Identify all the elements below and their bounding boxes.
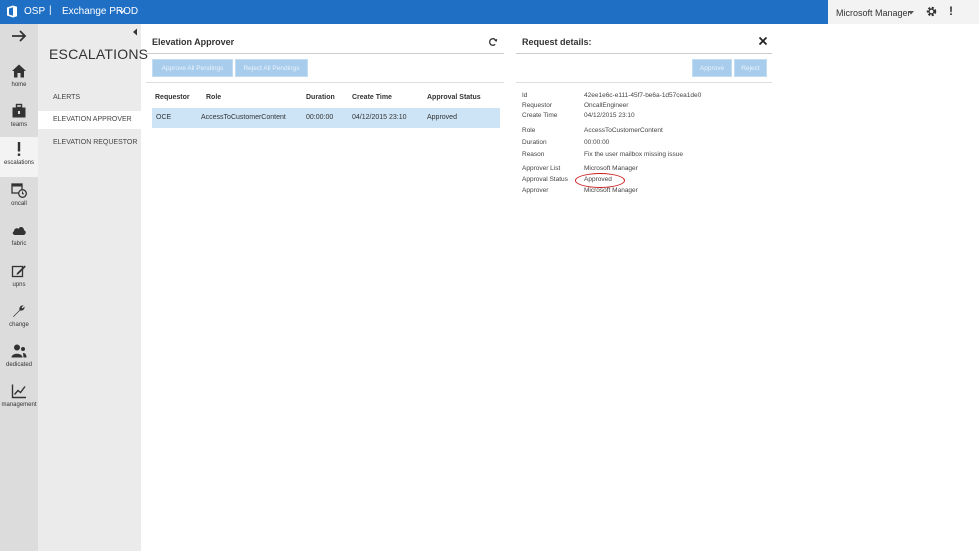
rail-label: fabric: [11, 241, 27, 247]
approve-button[interactable]: Approve: [692, 59, 732, 77]
brand-name[interactable]: OSP: [24, 6, 45, 17]
field-label-id: Id: [522, 92, 528, 99]
field-value-create-time: 04/12/2015 23:10: [584, 112, 635, 119]
field-label-reason: Reason: [522, 151, 545, 158]
caret-down-icon[interactable]: [907, 10, 915, 16]
field-label-approver-list: Approver List: [522, 165, 561, 172]
left-icon-rail: home teams escalations oncall fabric upn…: [0, 24, 38, 551]
chevron-left-icon[interactable]: [132, 28, 138, 36]
exclamation-icon: [17, 142, 21, 156]
rail-item-change[interactable]: change: [0, 299, 38, 339]
field-label-role: Role: [522, 127, 536, 134]
details-toolbar-divider: [516, 82, 772, 83]
reject-button[interactable]: Reject: [734, 59, 767, 77]
rail-label: management: [1, 402, 37, 408]
calendar-clock-icon: [11, 183, 27, 198]
elevation-approver-panel: Elevation Approver Approve All Pendings …: [146, 24, 504, 551]
nav-item-alerts[interactable]: ALERTS: [38, 89, 141, 107]
rail-label: oncall: [11, 201, 27, 207]
field-value-duration: 00:00:00: [584, 139, 610, 146]
nav-item-elevation-approver[interactable]: ELEVATION APPROVER: [38, 111, 141, 129]
chevron-down-icon[interactable]: [117, 6, 127, 16]
cell-role: AccessToCustomerContent: [201, 114, 286, 121]
rail-item-dedicated[interactable]: dedicated: [0, 339, 38, 379]
panel-divider: [146, 53, 504, 54]
field-label-requestor: Requestor: [522, 102, 552, 109]
panel-title: Elevation Approver: [152, 37, 235, 47]
rail-item-fabric[interactable]: fabric: [0, 218, 38, 258]
rail-item-escalations[interactable]: escalations: [0, 137, 38, 177]
people-icon: [11, 344, 27, 358]
brand-separator: |: [49, 5, 52, 16]
details-divider: [516, 53, 772, 54]
field-value-approver: Microsoft Manager: [584, 187, 638, 194]
cell-requestor: OCE: [156, 114, 172, 121]
rail-label: home: [11, 82, 27, 88]
field-value-approver-list: Microsoft Manager: [584, 165, 638, 172]
approve-all-pendings-button[interactable]: Approve All Pendings: [152, 59, 233, 77]
rail-label: teams: [10, 122, 28, 128]
column-header-requestor[interactable]: Requestor: [155, 94, 190, 101]
section-nav: ESCALATIONS ALERTS ELEVATION APPROVER EL…: [38, 24, 148, 551]
rail-item-teams[interactable]: teams: [0, 99, 38, 139]
rail-item-upns[interactable]: upns: [0, 259, 38, 299]
field-value-id: 42ee1e6c-e111-45f7-be6a-1d57cea1de0: [584, 92, 702, 99]
refresh-icon[interactable]: [488, 37, 498, 47]
cell-create-time: 04/12/2015 23:10: [352, 114, 407, 121]
rail-label: upns: [12, 282, 26, 288]
column-header-role[interactable]: Role: [206, 94, 221, 101]
request-details-panel: Request details: Approve Reject Id 42ee1…: [516, 24, 772, 551]
close-icon[interactable]: [758, 36, 768, 46]
arrow-right-icon[interactable]: [10, 28, 28, 44]
column-header-duration[interactable]: Duration: [306, 94, 335, 101]
cell-duration: 00:00:00: [306, 114, 334, 121]
approval-status-highlight: [575, 173, 625, 188]
notifications-icon[interactable]: !: [949, 4, 953, 18]
field-label-duration: Duration: [522, 139, 547, 146]
wrench-icon: [13, 305, 25, 317]
section-title: ESCALATIONS: [49, 46, 149, 62]
user-menu[interactable]: Microsoft Manager: [836, 8, 911, 18]
column-header-approval-status[interactable]: Approval Status: [427, 94, 481, 101]
toolbar-divider: [146, 82, 504, 83]
details-title: Request details:: [522, 37, 592, 47]
chart-icon: [11, 384, 26, 399]
cell-approval-status: Approved: [427, 114, 457, 121]
rail-label: escalations: [3, 160, 35, 166]
field-label-approver: Approver: [522, 187, 549, 194]
rail-item-home[interactable]: home: [0, 59, 38, 99]
reject-all-pendings-button[interactable]: Reject All Pendings: [235, 59, 308, 77]
field-value-reason: Fix the user mailbox missing issue: [584, 151, 683, 158]
briefcase-icon: [12, 103, 26, 118]
cloud-icon: [12, 227, 26, 235]
rail-item-oncall[interactable]: oncall: [0, 178, 38, 218]
edit-box-icon: [11, 265, 26, 278]
gear-icon[interactable]: [925, 5, 938, 18]
user-area: Microsoft Manager !: [828, 0, 979, 24]
field-label-create-time: Create Time: [522, 112, 558, 119]
nav-item-elevation-requestor[interactable]: ELEVATION REQUESTOR: [38, 134, 141, 152]
rail-label: change: [9, 322, 29, 328]
office-logo-icon[interactable]: [6, 5, 18, 18]
top-bar: OSP | Exchange PROD Microsoft Manager !: [0, 0, 979, 24]
field-value-requestor: OncallEngineer: [584, 102, 629, 109]
rail-label: dedicated: [5, 362, 33, 368]
home-icon: [12, 64, 26, 78]
rail-item-management[interactable]: management: [0, 379, 38, 419]
field-label-approval-status: Approval Status: [522, 176, 568, 183]
column-header-create-time[interactable]: Create Time: [352, 94, 392, 101]
field-value-role: AccessToCustomerContent: [584, 127, 663, 134]
